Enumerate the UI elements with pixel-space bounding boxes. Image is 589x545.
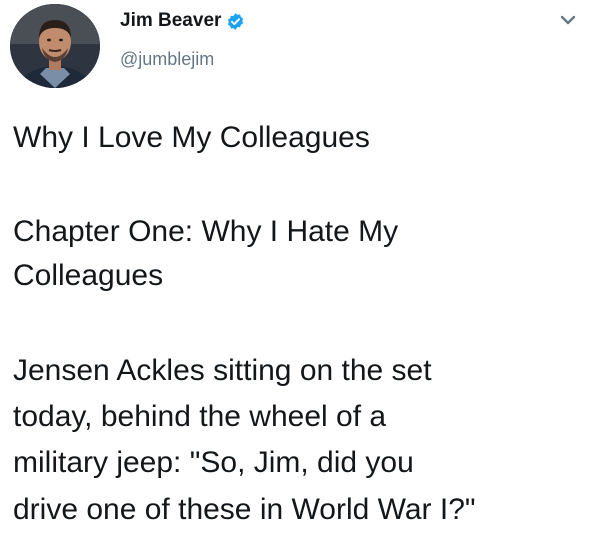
tweet-text-line: Chapter One: Why I Hate My: [13, 215, 399, 248]
tweet-text-line: military jeep: "So, Jim, did you: [13, 446, 414, 479]
tweet-text-line: Jensen Ackles sitting on the set: [13, 354, 432, 387]
author-display-name[interactable]: Jim Beaver: [120, 10, 221, 32]
tweet-text-line: drive one of these in World War I?": [13, 493, 476, 526]
author-handle[interactable]: @jumblejim: [120, 49, 214, 70]
tweet-text-line: Colleagues: [13, 259, 164, 292]
tweet-text-line: today, behind the wheel of a: [13, 400, 387, 433]
author-name-row[interactable]: Jim Beaver: [120, 8, 245, 34]
avatar-photo: [10, 4, 100, 88]
tweet-text-line: Why I Love My Colleagues: [13, 121, 370, 154]
chevron-down-icon[interactable]: [557, 9, 579, 31]
tweet-card: Jim Beaver @jumblejim Why I Love My Coll…: [0, 0, 589, 545]
verified-badge-icon: [226, 12, 245, 31]
avatar[interactable]: [10, 4, 100, 88]
